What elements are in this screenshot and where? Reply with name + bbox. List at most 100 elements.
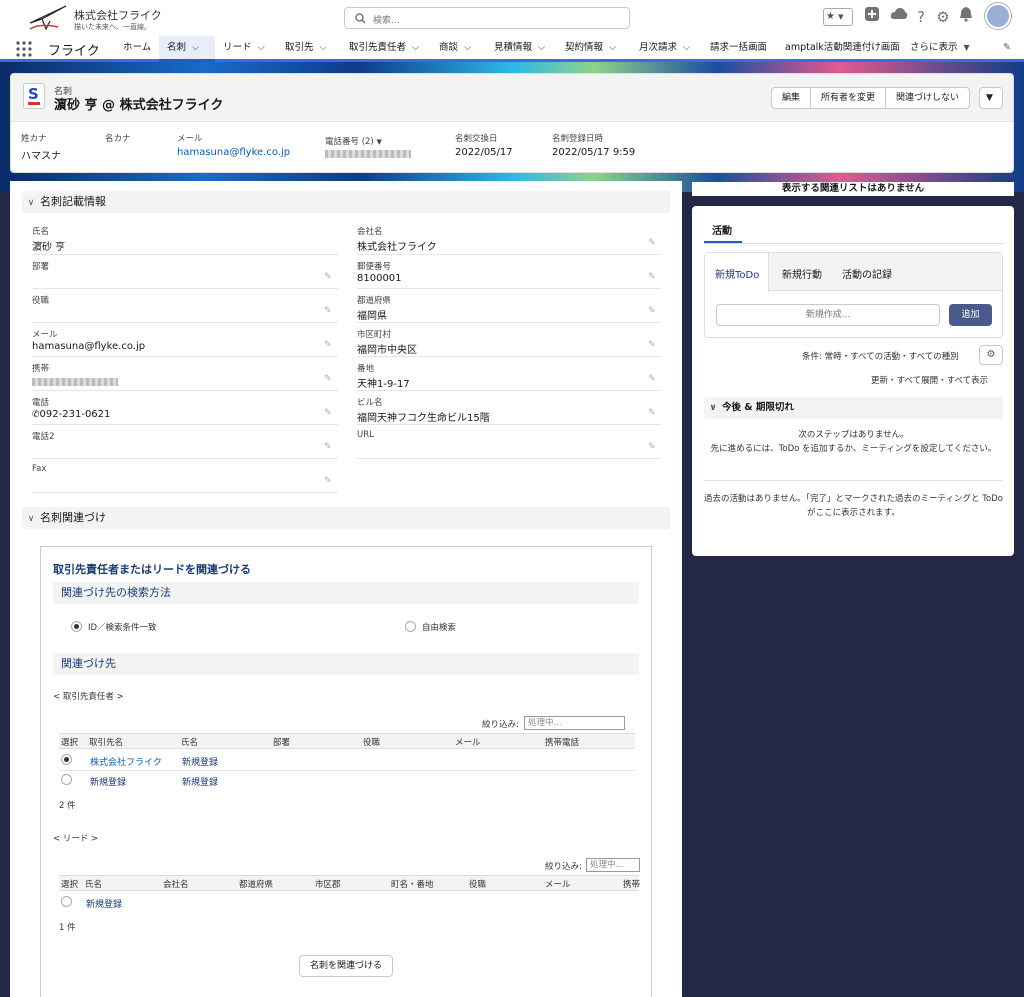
- chevron-down-icon: ⌵: [609, 42, 617, 53]
- link-card-button[interactable]: 名刺を関連づける: [299, 955, 393, 977]
- nav-item-monthly-billing[interactable]: 月次請求 ⌵: [631, 36, 698, 62]
- radio-id-match-label: ID／検索条件一致: [88, 623, 157, 633]
- contact-account: 新規登録: [90, 778, 127, 788]
- edit-pencil-icon[interactable]: ✎: [648, 306, 656, 316]
- past-activity-text: 過去の活動はありません。「完了」とマークされた過去のミーティングと ToDo が…: [704, 494, 1003, 518]
- chevron-down-icon: ⌵: [319, 42, 327, 53]
- user-avatar[interactable]: [985, 3, 1011, 29]
- radio-free-search[interactable]: [405, 621, 416, 632]
- nav-item-contracts[interactable]: 契約情報 ⌵: [557, 36, 624, 62]
- phone-value[interactable]: ✆092-231-0621: [32, 409, 110, 420]
- lead-filter-input[interactable]: 処理中...: [586, 858, 640, 872]
- nav-item-more[interactable]: さらに表示 ▼: [902, 36, 978, 62]
- chevron-down-icon: ∨: [27, 198, 35, 208]
- edit-pencil-icon[interactable]: ✎: [324, 306, 332, 316]
- email-link[interactable]: hamasuna@flyke.co.jp: [177, 147, 290, 158]
- app-launcher-icon[interactable]: [16, 41, 32, 57]
- search-placeholder: 検索...: [373, 16, 400, 26]
- edit-pencil-icon[interactable]: ✎: [648, 374, 656, 384]
- edit-pencil-icon[interactable]: ✎: [324, 442, 332, 452]
- edit-pencil-icon[interactable]: ✎: [324, 374, 332, 384]
- nav-item-amptalk[interactable]: amptalk活動関連付け画面: [777, 36, 908, 62]
- contact-row-select[interactable]: [61, 754, 72, 765]
- nav-item-leads[interactable]: リード ⌵: [215, 36, 273, 62]
- value-street: 天神1-9-17: [357, 379, 410, 390]
- nav-item-contacts[interactable]: 取引先責任者 ⌵: [341, 36, 427, 62]
- favorites-button[interactable]: ★ ▼: [823, 8, 853, 26]
- activity-links[interactable]: 更新・すべて展開・すべて表示: [871, 374, 988, 386]
- chevron-down-icon: ⌵: [464, 42, 472, 53]
- edit-pencil-icon[interactable]: ✎: [648, 340, 656, 350]
- field-label-phone[interactable]: 電話番号 (2) ▼: [325, 135, 382, 147]
- edit-pencil-icon[interactable]: ✎: [324, 272, 332, 282]
- trailhead-icon[interactable]: [888, 6, 910, 28]
- edit-pencil-icon[interactable]: ✎: [324, 476, 332, 486]
- app-name: フライク: [48, 44, 100, 59]
- edit-button[interactable]: 編集: [772, 88, 812, 108]
- nav-item-business-cards[interactable]: 名刺 ⌵: [159, 36, 215, 62]
- tab-new-event[interactable]: 新規行動: [782, 266, 822, 281]
- filter-gear-icon[interactable]: ⚙: [979, 345, 1003, 365]
- edit-pencil-icon[interactable]: ✎: [324, 340, 332, 350]
- add-icon[interactable]: [861, 6, 883, 28]
- leads-table-header: 選択 氏名 会社名 都道府県 市区郡 町名・番地 役職 メール 携帯: [59, 875, 640, 891]
- field-value-exchange-date: 2022/05/17: [455, 147, 513, 158]
- relation-card: 取引先責任者またはリードを関連づける 関連づけ先の検索方法 ID／検索条件一致 …: [40, 546, 652, 997]
- edit-pencil-icon[interactable]: ✎: [648, 442, 656, 452]
- label-company: 会社名: [357, 227, 383, 237]
- contact-name: 新規登録: [182, 778, 219, 788]
- chevron-down-icon: ⌵: [683, 42, 691, 53]
- contact-row-select[interactable]: [61, 774, 72, 785]
- global-search[interactable]: 検索...: [344, 7, 630, 29]
- no-steps-line1: 次のステップはありません。: [798, 430, 909, 440]
- label-prefecture: 都道府県: [357, 296, 392, 306]
- tab-activity[interactable]: 活動: [712, 222, 732, 237]
- label-city: 市区町村: [357, 330, 392, 340]
- bell-icon[interactable]: [955, 6, 977, 28]
- contact-account-link[interactable]: 株式会社フライク: [90, 755, 162, 768]
- label-name: 氏名: [32, 227, 50, 237]
- brand-name: 株式会社フライク: [74, 9, 162, 22]
- global-header: 株式会社フライク 描いた未来へ、一直線。 検索... ★ ▼ ? ⚙: [0, 0, 1024, 36]
- section-upcoming[interactable]: ∨ 今後 & 期限切れ: [704, 397, 1003, 419]
- chevron-down-icon: ⌵: [257, 42, 265, 53]
- contact-filter-input[interactable]: 処理中...: [524, 716, 625, 730]
- edit-nav-icon[interactable]: ✎: [995, 36, 1019, 62]
- nav-item-opportunities[interactable]: 商談 ⌵: [431, 36, 479, 62]
- unlink-button[interactable]: 関連づけしない: [886, 88, 969, 108]
- change-owner-button[interactable]: 所有者を変更: [811, 88, 887, 108]
- email-link[interactable]: hamasuna@flyke.co.jp: [32, 341, 145, 352]
- nav-item-home[interactable]: ホーム: [115, 36, 159, 62]
- label-phone2: 電話2: [32, 432, 55, 442]
- field-label-email: メール: [177, 134, 203, 144]
- edit-pencil-icon[interactable]: ✎: [648, 272, 656, 282]
- section-card-relation[interactable]: ∨ 名刺関連づけ: [22, 507, 670, 529]
- nav-item-accounts[interactable]: 取引先 ⌵: [277, 36, 335, 62]
- radio-id-match[interactable]: [71, 621, 82, 632]
- label-url: URL: [357, 430, 374, 440]
- target-header: 関連づけ先: [53, 653, 639, 675]
- label-building: ビル名: [357, 398, 383, 408]
- lead-row-select[interactable]: [61, 896, 72, 907]
- field-label-exchange-date: 名刺交換日: [455, 134, 498, 144]
- star-icon: ★: [826, 11, 835, 22]
- relation-card-title: 取引先責任者またはリードを関連づける: [53, 563, 251, 576]
- add-button[interactable]: 追加: [949, 304, 992, 326]
- nav-item-bulk-billing[interactable]: 請求一括画面: [702, 36, 775, 62]
- tab-new-todo[interactable]: 新規ToDo: [715, 266, 759, 281]
- section-card-info[interactable]: ∨ 名刺記載情報: [22, 191, 670, 213]
- edit-pencil-icon[interactable]: ✎: [648, 408, 656, 418]
- activity-filter-text: 条件: 常時・すべての活動・すべての種別: [802, 352, 959, 362]
- activity-panel: 活動 新規ToDo 新規行動 活動の記録 新規作成... 追加 条件: 常時・す…: [692, 206, 1014, 556]
- more-actions-button[interactable]: ▼: [979, 87, 1003, 109]
- edit-pencil-icon[interactable]: ✎: [324, 408, 332, 418]
- company-logo[interactable]: [28, 3, 70, 33]
- gear-icon[interactable]: ⚙: [932, 6, 954, 28]
- edit-pencil-icon[interactable]: ✎: [648, 238, 656, 248]
- nav-item-quotes[interactable]: 見積情報 ⌵: [486, 36, 553, 62]
- new-task-input[interactable]: 新規作成...: [716, 304, 940, 326]
- label-mobile: 携帯: [32, 364, 50, 374]
- help-icon[interactable]: ?: [910, 6, 932, 28]
- value-prefecture: 福岡県: [357, 311, 387, 322]
- tab-log-activity[interactable]: 活動の記録: [842, 266, 892, 281]
